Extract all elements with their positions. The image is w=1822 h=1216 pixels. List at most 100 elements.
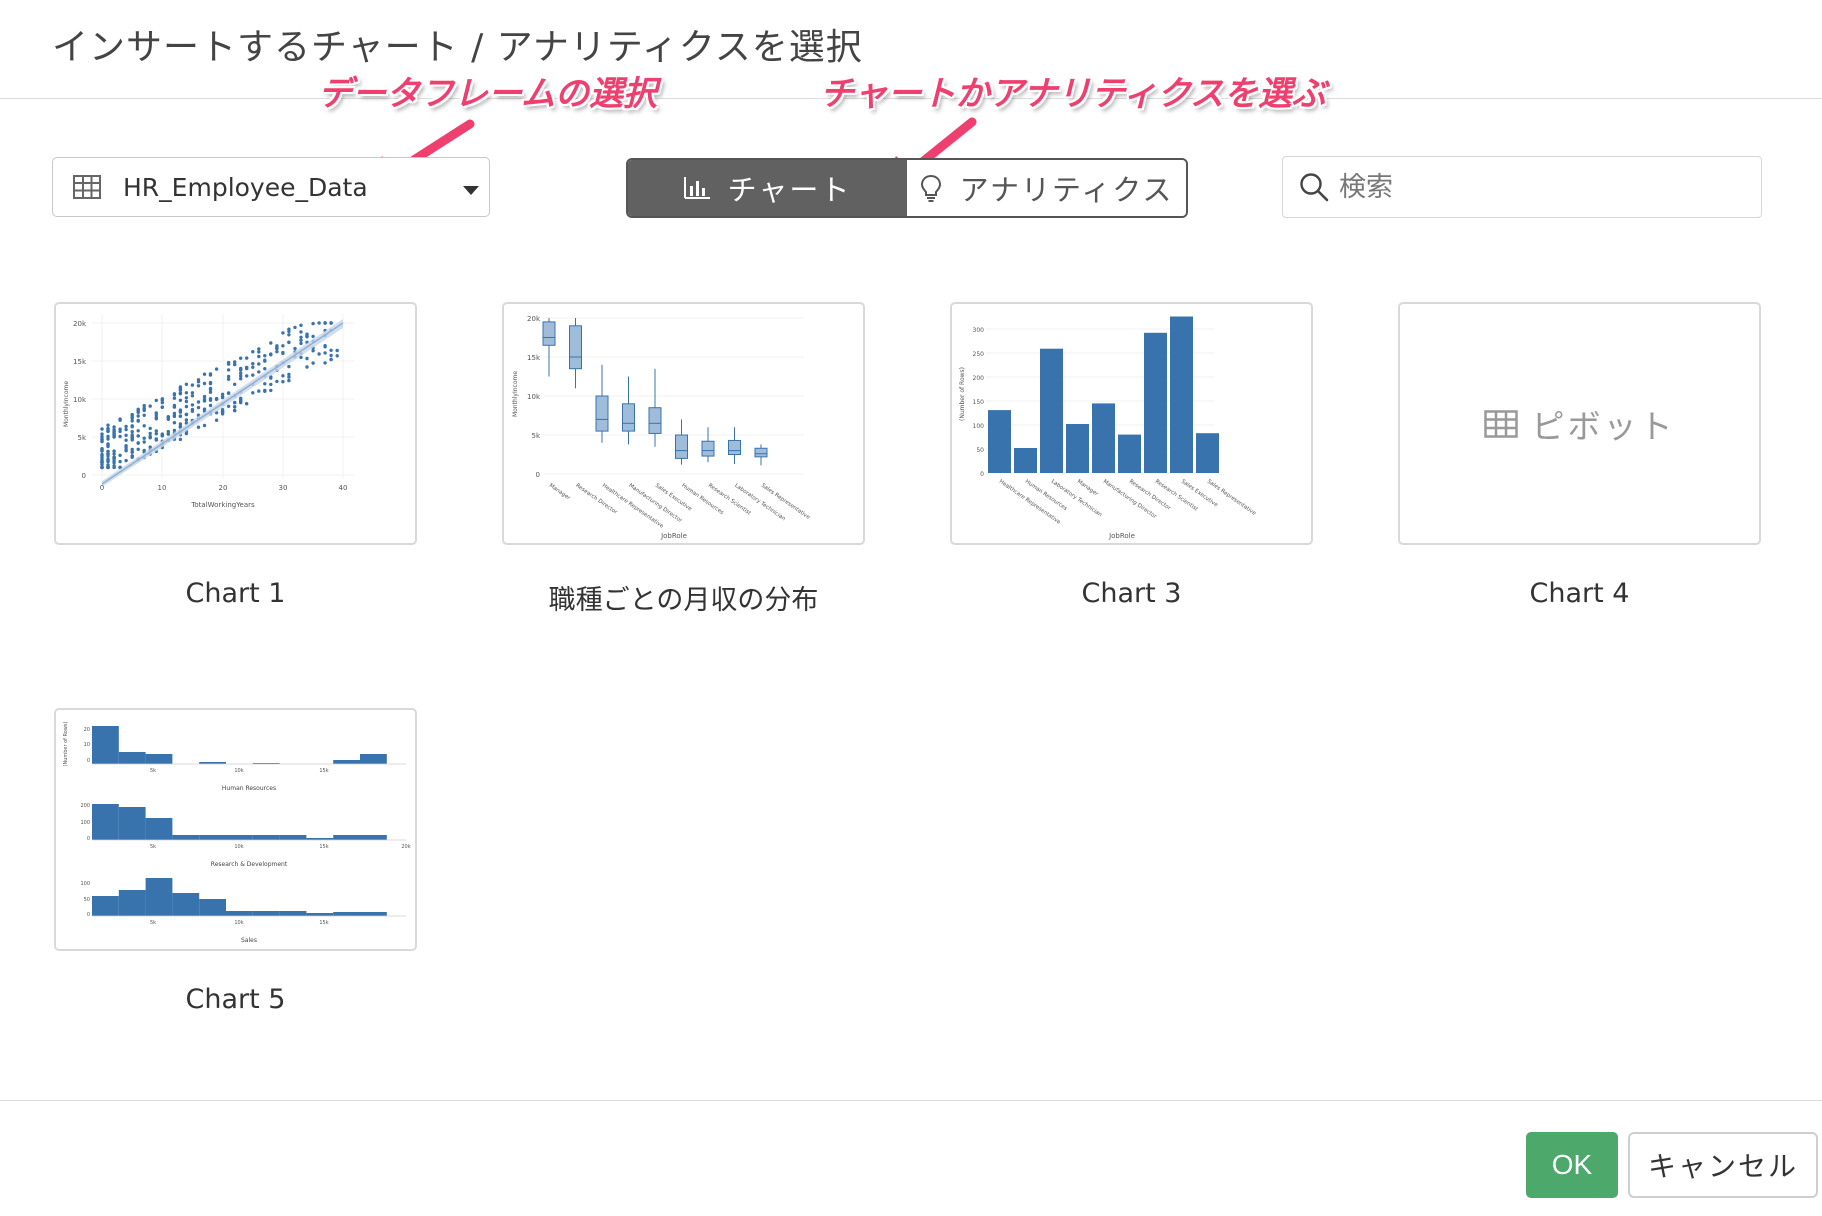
scatter-point [329,357,333,362]
scatter-point [172,396,177,400]
scatter-point [257,370,261,374]
scatter-point [208,381,213,386]
box [675,434,688,459]
y-tick: 15k [73,358,87,366]
scatter-point [245,356,249,360]
scatter-point [245,366,249,371]
scatter-point [106,427,110,431]
histogram-bar [145,754,173,764]
x-axis-label: TotalWorkingYears [190,501,255,509]
scatter-point [202,399,207,403]
scatter-point [124,438,128,442]
chart-card-1[interactable]: 20k 15k 10k 5k 0 0 10 20 30 40 TotalWork… [54,302,417,545]
y-axis-label: MonthlyIncome [512,371,519,417]
scatter-point [257,389,261,393]
scatter-point [154,429,158,433]
y-tick: 50 [976,447,984,454]
scatter-point [130,425,134,429]
regression-line [101,322,344,485]
scatter-point [196,425,201,429]
scatter-point [172,403,177,408]
scatter-point [251,373,255,377]
cancel-button[interactable]: キャンセル [1628,1132,1818,1198]
bar [1092,403,1115,473]
x-tick: 0 [100,484,104,492]
x-tick: 15k [319,920,328,926]
histogram-bar [92,896,119,916]
histogram-bar [279,911,307,916]
search-box [1282,156,1762,218]
y-tick: 0 [87,912,90,918]
scatter-point [136,414,140,418]
scatter-point [130,415,134,419]
box [728,439,741,456]
x-tick: Manager [548,483,572,502]
x-tick: Research Scientist [1154,479,1200,513]
table-grid-icon [73,175,101,199]
scatter-point [190,403,195,407]
histogram-bar [145,878,173,916]
histogram-bar [199,835,226,840]
scatter-point [136,407,140,411]
scatter-point [245,402,249,406]
scatter-point [269,341,273,345]
chart-card-3[interactable]: 300 250 200 150 100 50 0 Healthcare Repr… [950,302,1313,545]
y-axis-label: MonthlyIncome [63,381,70,427]
scatter-point [299,335,303,339]
search-input[interactable] [1337,170,1741,204]
chart-card-4[interactable]: ピボット [1398,302,1761,545]
scatter-point [124,458,128,463]
dataframe-select-value: HR_Employee_Data [123,172,368,202]
bar [988,410,1011,473]
scatter-point [184,404,189,409]
box [701,440,715,457]
facet-title: Sales [241,937,257,944]
scatter-point [263,359,267,363]
x-tick: Sales Representative [760,483,811,522]
scatter-point [130,436,134,440]
x-tick: 20k [401,844,410,850]
scatter-point [172,392,177,396]
tab-analytics[interactable]: アナリティクス [907,160,1186,216]
scatter-point [184,412,189,417]
scatter-point [124,433,128,437]
scatter-point [142,440,146,444]
y-tick: 10k [527,393,541,401]
x-tick: 5k [150,844,156,850]
bar [1144,332,1167,473]
scatter-point [148,431,152,436]
scatter-point [214,397,219,402]
y-tick: 0 [82,472,86,480]
scatter-point [178,391,183,396]
scatter-point [196,378,201,382]
chart-card-5[interactable]: 20 10 0 200 100 0 100 50 0 5k 10k 15k 5k… [54,708,417,951]
bar [1196,433,1219,473]
box [754,447,768,458]
histogram-bar [333,760,360,764]
scatter-point [124,424,128,429]
scatter-point [269,353,273,357]
ok-button[interactable]: OK [1526,1132,1618,1198]
dataframe-select[interactable]: HR_Employee_Data [52,157,490,217]
scatter-point [130,430,134,434]
scatter-point [257,362,261,366]
histogram-bar [360,754,387,764]
bar [1170,316,1193,473]
scatter-point [335,348,339,353]
scatter-point [323,351,327,355]
scatter-point [178,422,183,426]
scatter-point [172,411,177,416]
scatter-point [305,356,309,361]
pivot-label: ピボット [1531,406,1676,446]
scatter-point [233,405,237,409]
y-tick: 100 [80,820,90,826]
annotation-chart-type: チャートかアナリティクスを選ぶ [820,74,1326,114]
x-tick: 5k [150,920,156,926]
y-tick: 0 [536,471,540,479]
tab-chart[interactable]: チャート [628,160,907,216]
scatter-point [233,362,237,367]
scatter-point [196,400,201,404]
boxplot-thumbnail: 20k 15k 10k 5k 0 Manager Research Directo… [512,315,811,540]
scatter-point [323,361,327,365]
chart-card-2[interactable]: 20k 15k 10k 5k 0 Manager Research Directo… [502,302,865,545]
